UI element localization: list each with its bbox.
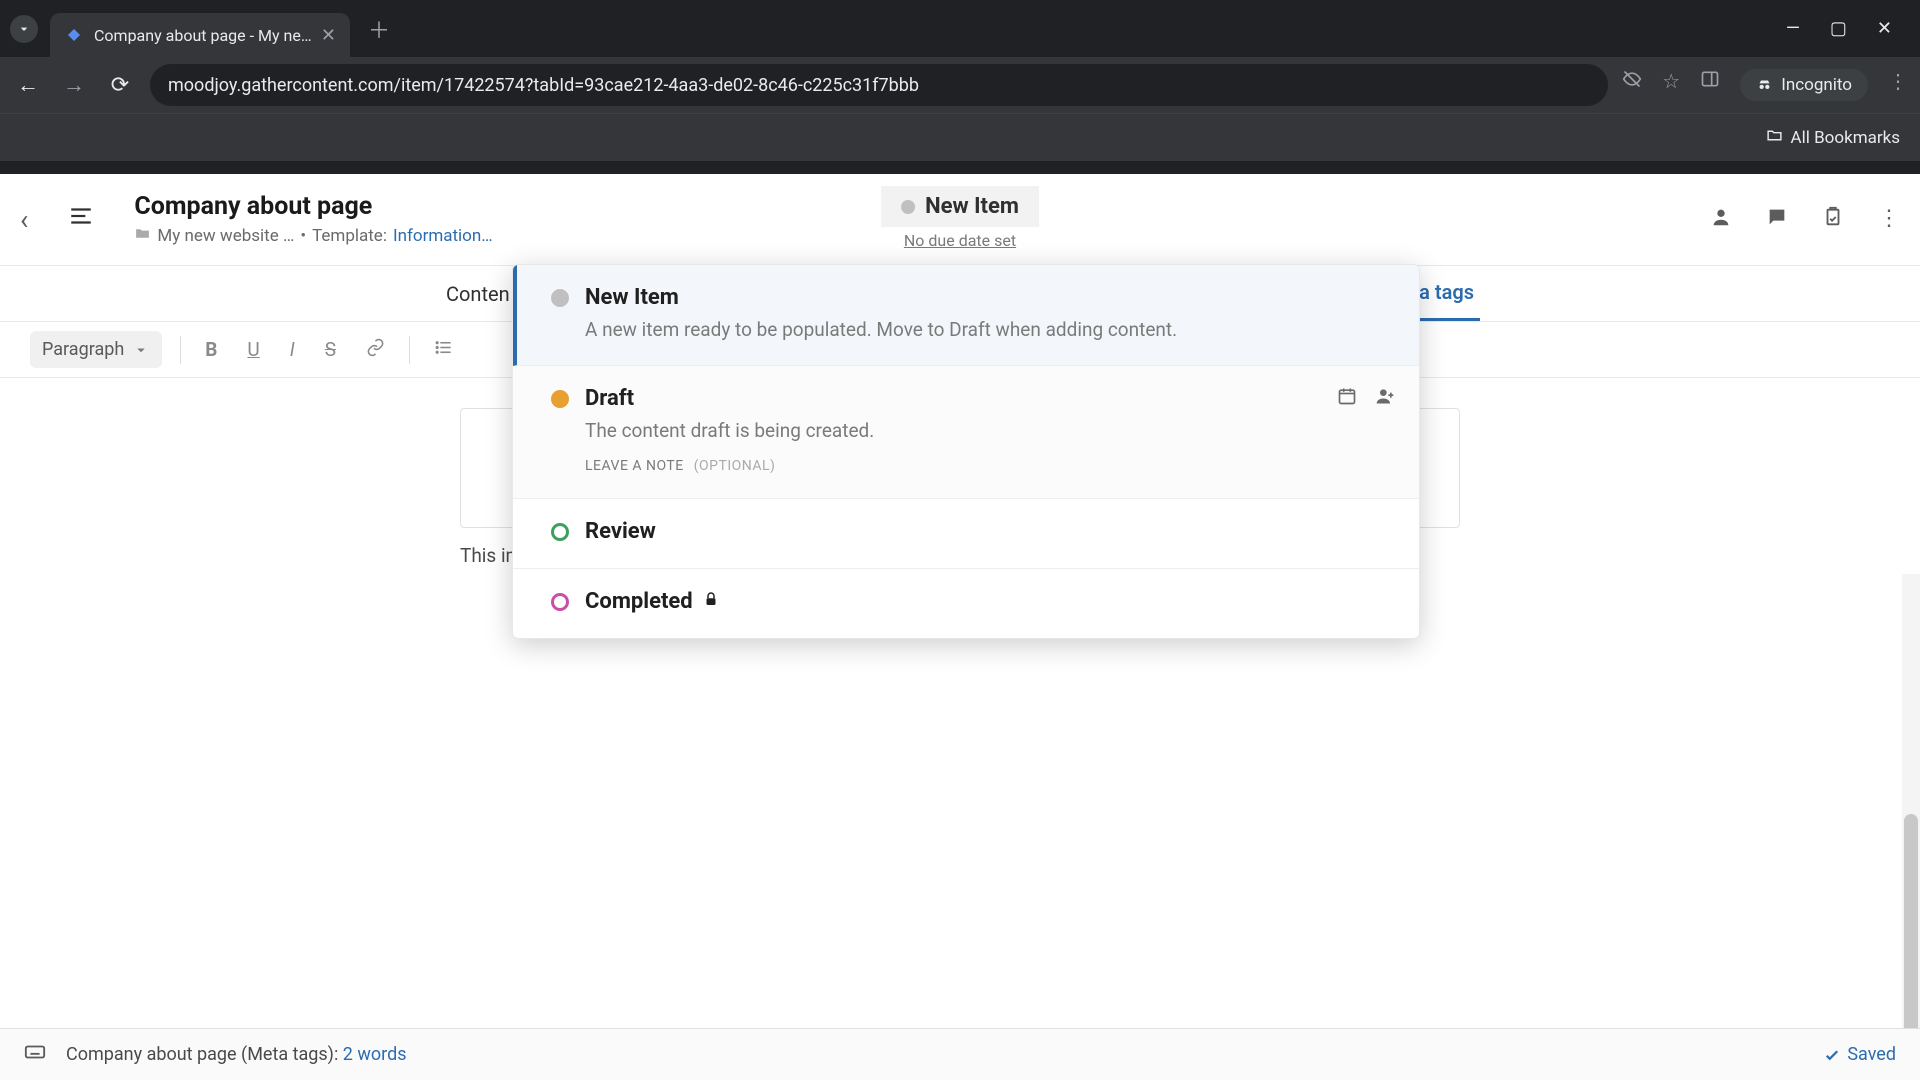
- footer-context: Company about page (Meta tags):: [66, 1044, 338, 1065]
- bold-button[interactable]: B: [199, 334, 223, 365]
- chevron-down-icon: [16, 21, 32, 37]
- browser-tab[interactable]: Company about page - My ne… ✕: [50, 13, 350, 57]
- hamburger-icon[interactable]: [68, 203, 94, 236]
- kebab-menu-icon[interactable]: ⋮: [1888, 69, 1908, 101]
- folder-icon: [1766, 127, 1783, 149]
- check-icon: [1823, 1046, 1841, 1064]
- underline-button[interactable]: U: [241, 334, 265, 365]
- tabs-dropdown[interactable]: [10, 15, 38, 43]
- breadcrumb: My new website … • Template: Information…: [134, 225, 492, 247]
- status-circle-icon: [551, 289, 569, 307]
- status-dropdown-trigger[interactable]: New Item: [881, 186, 1039, 227]
- incognito-icon: [1756, 77, 1773, 94]
- leave-note-label: LEAVE A NOTE (OPTIONAL): [585, 458, 1391, 474]
- status-option-review[interactable]: Review: [513, 499, 1419, 569]
- tab-content[interactable]: Conten: [440, 268, 516, 320]
- footer-bar: Company about page (Meta tags): 2 words …: [0, 1028, 1920, 1080]
- new-tab-button[interactable]: ＋: [368, 13, 390, 45]
- maximize-button[interactable]: ▢: [1830, 18, 1847, 39]
- app-back-button[interactable]: ‹: [20, 203, 28, 236]
- lock-icon: [702, 592, 720, 613]
- status-pill: New Item No due date set: [881, 186, 1039, 250]
- all-bookmarks-link[interactable]: All Bookmarks: [1791, 128, 1900, 148]
- status-label: New Item: [925, 194, 1019, 219]
- status-option-new-item[interactable]: New Item A new item ready to be populate…: [513, 265, 1419, 366]
- comments-icon[interactable]: [1766, 206, 1788, 234]
- template-link[interactable]: Information…: [393, 226, 493, 246]
- template-prefix: Template:: [312, 226, 387, 246]
- bookmark-bar: All Bookmarks: [0, 113, 1920, 161]
- browser-chrome: Company about page - My ne… ✕ ＋ ― ▢ ✕ ← …: [0, 0, 1920, 174]
- italic-button[interactable]: I: [284, 334, 301, 365]
- chevron-down-icon: [132, 341, 150, 359]
- reload-button[interactable]: ⟳: [104, 73, 136, 98]
- word-count[interactable]: 2 words: [343, 1044, 407, 1065]
- keyboard-icon[interactable]: [24, 1041, 46, 1069]
- scrollbar-thumb[interactable]: [1904, 814, 1918, 1034]
- link-button[interactable]: [360, 334, 391, 366]
- paragraph-select[interactable]: Paragraph: [30, 331, 162, 368]
- url-field[interactable]: moodjoy.gathercontent.com/item/17422574?…: [150, 64, 1608, 106]
- status-dot-icon: [901, 200, 915, 214]
- title-area: Company about page My new website … • Te…: [134, 192, 492, 247]
- forward-button[interactable]: →: [58, 72, 90, 98]
- assign-user-icon[interactable]: [1375, 386, 1395, 411]
- due-date-link[interactable]: No due date set: [881, 231, 1039, 250]
- more-icon[interactable]: ⋮: [1878, 206, 1900, 234]
- url-text: moodjoy.gathercontent.com/item/17422574?…: [168, 75, 919, 96]
- close-icon[interactable]: ✕: [321, 25, 336, 46]
- list-button[interactable]: [428, 334, 459, 366]
- side-panel-icon[interactable]: [1700, 69, 1720, 101]
- scrollbar[interactable]: [1902, 574, 1920, 1028]
- status-option-draft[interactable]: Draft The content draft is being created…: [513, 366, 1419, 499]
- url-icons: ☆ Incognito ⋮: [1622, 69, 1908, 101]
- incognito-badge[interactable]: Incognito: [1740, 69, 1868, 101]
- page-title: Company about page: [134, 192, 492, 221]
- tab-bar: Company about page - My ne… ✕ ＋ ― ▢ ✕: [0, 0, 1920, 57]
- folder-icon: [134, 225, 151, 247]
- user-icon[interactable]: [1710, 206, 1732, 234]
- status-circle-icon: [551, 593, 569, 611]
- window-controls: ― ▢ ✕: [1786, 18, 1910, 39]
- url-bar: ← → ⟳ moodjoy.gathercontent.com/item/174…: [0, 57, 1920, 113]
- minimize-button[interactable]: ―: [1786, 18, 1800, 39]
- gathercontent-icon: [64, 25, 84, 45]
- status-circle-icon: [551, 390, 569, 408]
- strike-button[interactable]: S: [319, 334, 342, 365]
- breadcrumb-folder[interactable]: My new website …: [157, 226, 294, 246]
- calendar-icon[interactable]: [1337, 386, 1357, 411]
- saved-indicator: Saved: [1823, 1044, 1896, 1065]
- tab-title: Company about page - My ne…: [94, 26, 313, 45]
- back-button[interactable]: ←: [12, 72, 44, 98]
- app-header: ‹ Company about page My new website … • …: [0, 174, 1920, 266]
- status-circle-icon: [551, 523, 569, 541]
- star-icon[interactable]: ☆: [1662, 69, 1680, 101]
- header-actions: ⋮: [1710, 206, 1900, 234]
- status-row-actions: [1337, 386, 1395, 411]
- status-option-completed[interactable]: Completed: [513, 569, 1419, 638]
- eye-off-icon[interactable]: [1622, 69, 1642, 101]
- close-window-button[interactable]: ✕: [1877, 18, 1892, 39]
- clipboard-icon[interactable]: [1822, 206, 1844, 234]
- status-popover: New Item A new item ready to be populate…: [512, 264, 1420, 639]
